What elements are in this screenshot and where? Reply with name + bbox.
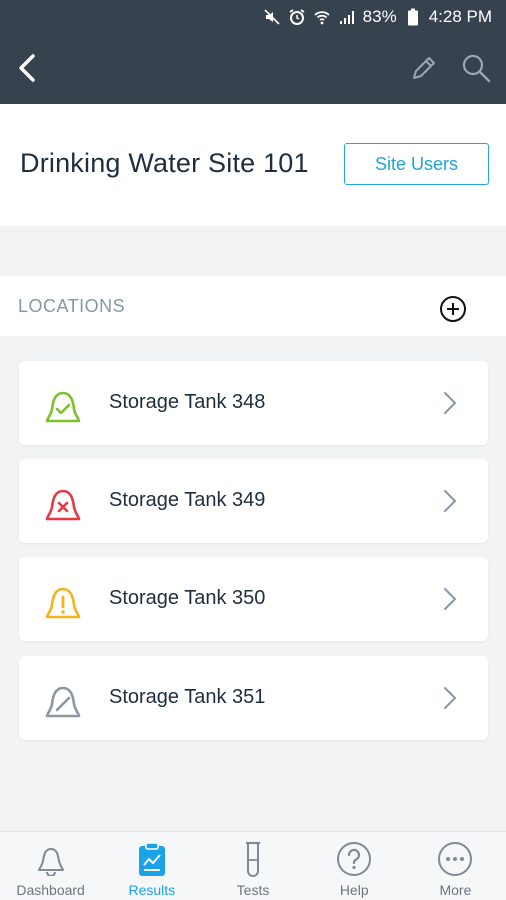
pencil-icon [413, 57, 435, 79]
nav-more[interactable]: More [405, 832, 506, 900]
nav-label: Dashboard [16, 882, 85, 898]
nav-tests[interactable]: Tests [202, 832, 303, 900]
location-name: Storage Tank 350 [109, 587, 266, 609]
battery-icon [404, 8, 422, 26]
status-bar: 83% 4:28 PM [0, 0, 506, 34]
nav-dashboard[interactable]: Dashboard [0, 832, 101, 900]
mute-icon [263, 8, 281, 26]
location-item[interactable]: Storage Tank 351 [19, 656, 488, 740]
clock-time: 4:28 PM [428, 7, 492, 26]
chevron-left-icon [19, 54, 35, 82]
location-name: Storage Tank 348 [109, 391, 266, 413]
bottom-navigation: Dashboard Results Tests Help More [0, 831, 506, 900]
locations-label: LOCATIONS [18, 296, 126, 316]
chevron-right-icon [444, 392, 456, 414]
clipboard-chart-icon [132, 840, 172, 878]
chevron-right-icon [444, 588, 456, 610]
location-item[interactable]: Storage Tank 348 [19, 361, 488, 445]
battery-percent: 83% [362, 7, 397, 26]
bell-muted-icon [45, 686, 81, 718]
edit-button[interactable] [404, 48, 444, 88]
app-toolbar [0, 34, 506, 104]
nav-label: Help [339, 882, 369, 898]
site-users-button[interactable]: Site Users [344, 143, 489, 185]
test-tube-icon [233, 840, 273, 878]
bell-error-icon [45, 489, 81, 521]
nav-label: Results [128, 882, 176, 898]
back-button[interactable] [10, 48, 44, 88]
site-header: Drinking Water Site 101 Site Users [0, 104, 506, 226]
search-icon [462, 54, 491, 83]
more-dots-icon [435, 840, 475, 878]
chevron-right-icon [444, 687, 456, 709]
search-button[interactable] [456, 48, 496, 88]
help-circle-icon [334, 840, 374, 878]
locations-header: LOCATIONS [0, 276, 506, 336]
bell-warning-icon [45, 587, 81, 619]
plus-circle-icon [440, 296, 466, 322]
bell-check-icon [45, 391, 81, 423]
location-name: Storage Tank 349 [109, 489, 266, 511]
bell-icon [31, 840, 71, 878]
add-location-button[interactable] [438, 294, 468, 324]
site-title: Drinking Water Site 101 [20, 148, 309, 178]
nav-results[interactable]: Results [101, 832, 202, 900]
nav-help[interactable]: Help [304, 832, 405, 900]
location-name: Storage Tank 351 [109, 686, 266, 708]
location-item[interactable]: Storage Tank 350 [19, 557, 488, 641]
signal-icon [338, 8, 356, 26]
nav-label: More [439, 882, 472, 898]
chevron-right-icon [444, 490, 456, 512]
wifi-icon [313, 8, 331, 26]
alarm-icon [288, 8, 306, 26]
location-item[interactable]: Storage Tank 349 [19, 459, 488, 543]
nav-label: Tests [236, 882, 270, 898]
